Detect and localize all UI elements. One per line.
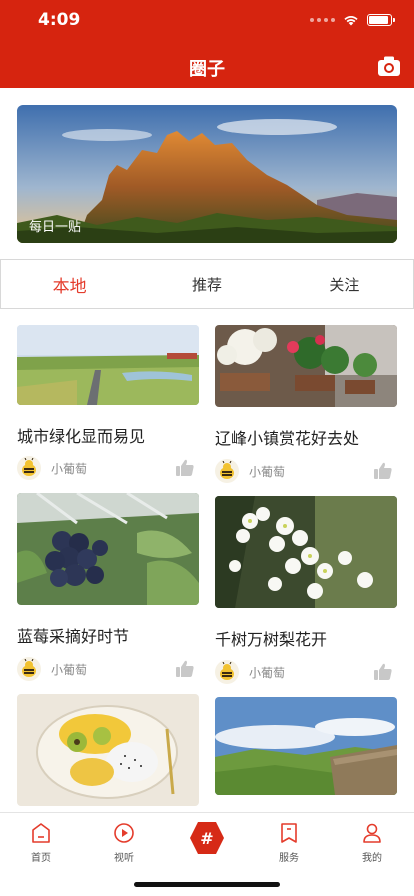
thumbs-up-icon[interactable] bbox=[175, 659, 195, 679]
post-card[interactable]: 城市绿化显而易见 小葡萄 bbox=[17, 325, 199, 480]
nav-circle[interactable]: # bbox=[189, 821, 225, 855]
banner-label: 每日一贴 bbox=[29, 220, 82, 235]
nav-label: 我的 bbox=[362, 853, 382, 864]
post-author: 小葡萄 bbox=[51, 662, 88, 677]
bee-icon bbox=[220, 461, 234, 479]
post-image bbox=[17, 493, 199, 605]
top-header: 4:09 圈子 bbox=[0, 0, 414, 88]
post-title: 辽峰小镇赏花好去处 bbox=[215, 429, 360, 448]
nav-home[interactable]: 首页 bbox=[11, 821, 71, 864]
home-indicator bbox=[134, 882, 280, 887]
post-title: 蓝莓采摘好时节 bbox=[17, 627, 130, 646]
post-image bbox=[215, 496, 397, 608]
post-card[interactable]: 辽峰小镇赏花好去处 小葡萄 bbox=[215, 325, 397, 483]
home-icon bbox=[32, 823, 50, 843]
user-icon bbox=[363, 823, 381, 843]
post-image bbox=[215, 697, 397, 795]
post-card[interactable] bbox=[215, 697, 397, 795]
nav-services[interactable]: 服务 bbox=[259, 821, 319, 864]
page-title: 圈子 bbox=[189, 59, 225, 80]
nav-label: 视听 bbox=[114, 853, 134, 864]
status-icons bbox=[310, 14, 395, 26]
post-image bbox=[215, 325, 397, 407]
post-meta: 小葡萄 bbox=[17, 456, 199, 480]
avatar bbox=[215, 459, 239, 483]
tab-recommended[interactable]: 推荐 bbox=[138, 260, 275, 308]
camera-icon[interactable] bbox=[377, 55, 401, 77]
post-title: 千树万树梨花开 bbox=[215, 630, 328, 649]
signal-icon bbox=[310, 18, 335, 22]
status-time: 4:09 bbox=[38, 10, 81, 30]
post-meta: 小葡萄 bbox=[215, 459, 397, 483]
post-image bbox=[17, 694, 199, 806]
nav-label: 首页 bbox=[31, 853, 51, 864]
nav-label: 服务 bbox=[279, 853, 299, 864]
nav-center-label: # bbox=[200, 829, 213, 848]
avatar bbox=[215, 660, 239, 684]
thumbs-up-icon[interactable] bbox=[373, 662, 393, 682]
tab-local[interactable]: 本地 bbox=[1, 260, 138, 308]
avatar bbox=[17, 456, 41, 480]
tab-following[interactable]: 关注 bbox=[276, 260, 413, 308]
post-meta: 小葡萄 bbox=[215, 660, 397, 684]
nav-media[interactable]: 视听 bbox=[94, 821, 154, 864]
post-author: 小葡萄 bbox=[249, 665, 286, 680]
bee-icon bbox=[22, 659, 36, 677]
post-title: 城市绿化显而易见 bbox=[17, 427, 146, 446]
post-meta: 小葡萄 bbox=[17, 657, 199, 681]
post-card[interactable] bbox=[17, 694, 199, 806]
bookmark-icon bbox=[281, 823, 297, 843]
thumbs-up-icon[interactable] bbox=[175, 458, 195, 478]
post-card[interactable]: 蓝莓采摘好时节 小葡萄 bbox=[17, 493, 199, 681]
daily-post-banner[interactable]: 每日一贴 bbox=[17, 105, 397, 243]
category-tabs: 本地 推荐 关注 bbox=[0, 259, 414, 309]
post-card[interactable]: 千树万树梨花开 小葡萄 bbox=[215, 496, 397, 684]
thumbs-up-icon[interactable] bbox=[373, 461, 393, 481]
avatar bbox=[17, 657, 41, 681]
post-author: 小葡萄 bbox=[249, 464, 286, 479]
bee-icon bbox=[22, 458, 36, 476]
hashtag-icon: # bbox=[190, 822, 224, 854]
bee-icon bbox=[220, 662, 234, 680]
play-icon bbox=[114, 823, 134, 843]
nav-profile[interactable]: 我的 bbox=[342, 821, 402, 864]
wifi-icon bbox=[344, 16, 358, 26]
post-image bbox=[17, 325, 199, 405]
battery-icon bbox=[367, 14, 395, 26]
post-author: 小葡萄 bbox=[51, 461, 88, 476]
